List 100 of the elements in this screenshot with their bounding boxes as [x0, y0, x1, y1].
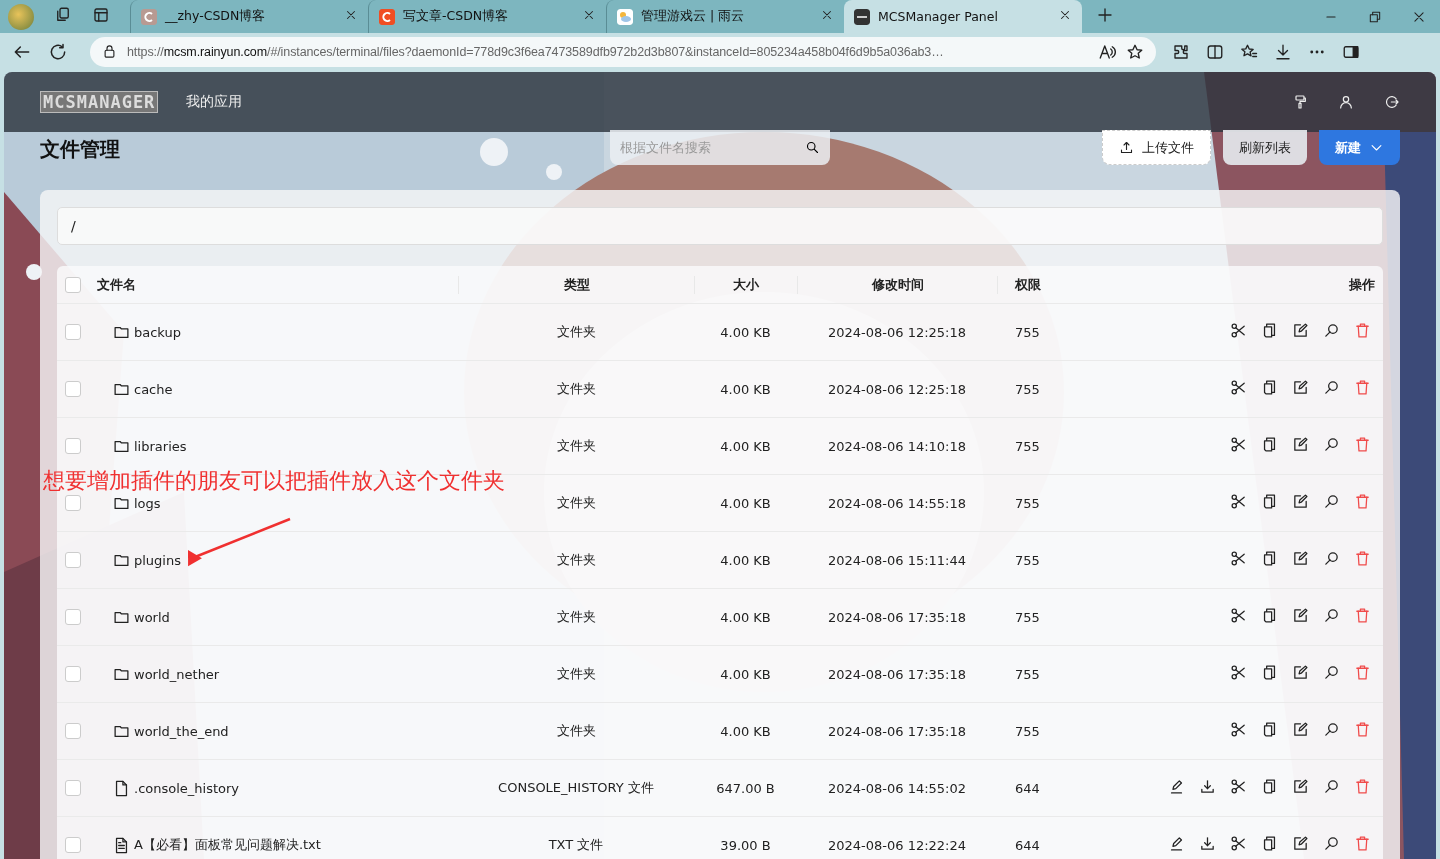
close-icon[interactable] [1412, 9, 1426, 24]
tab-actions-icon[interactable] [92, 5, 110, 24]
checkbox[interactable] [65, 723, 81, 739]
search-field[interactable]: 根据文件名搜索 [610, 130, 830, 165]
copy-icon[interactable] [1261, 607, 1278, 624]
delete-icon[interactable] [1354, 721, 1371, 738]
file-name[interactable]: plugins [134, 552, 181, 568]
scissors-icon[interactable] [1230, 322, 1247, 339]
file-name[interactable]: world_the_end [134, 723, 229, 739]
scissors-icon[interactable] [1230, 664, 1247, 681]
search-icon[interactable] [1323, 721, 1340, 738]
search-icon[interactable] [1323, 322, 1340, 339]
scissors-icon[interactable] [1230, 550, 1247, 567]
copy-icon[interactable] [1261, 550, 1278, 567]
new-button[interactable]: 新建 [1319, 130, 1400, 165]
file-name[interactable]: world [134, 609, 170, 625]
checkbox[interactable] [65, 837, 81, 853]
refresh-icon[interactable] [48, 41, 68, 62]
new-tab-icon[interactable] [1096, 5, 1114, 24]
checkbox[interactable] [65, 609, 81, 625]
delete-icon[interactable] [1354, 664, 1371, 681]
browser-tab[interactable]: 写文章-CSDN博客 [368, 0, 606, 33]
scissors-icon[interactable] [1230, 607, 1247, 624]
scissors-icon[interactable] [1230, 721, 1247, 738]
search-icon[interactable] [1323, 550, 1340, 567]
search-icon[interactable] [1323, 835, 1340, 852]
checkbox[interactable] [65, 381, 81, 397]
copy-icon[interactable] [1261, 436, 1278, 453]
edit-icon[interactable] [1292, 550, 1309, 567]
copy-icon[interactable] [1261, 664, 1278, 681]
checkbox[interactable] [65, 438, 81, 454]
logout-icon[interactable] [1384, 94, 1400, 110]
edit-icon[interactable] [1292, 379, 1309, 396]
scissors-icon[interactable] [1230, 436, 1247, 453]
edit-icon[interactable] [1292, 664, 1309, 681]
edit-icon[interactable] [1292, 322, 1309, 339]
close-icon[interactable] [582, 8, 596, 22]
file-name[interactable]: cache [134, 381, 173, 397]
file-name[interactable]: world_nether [134, 666, 220, 682]
address-bar[interactable]: https://mcsm.rainyun.com/#/instances/terminal/files?daemonId=778d9c3f6ea7473589dfb972b2d3b807&instanceId=805234a458b04f6d9b5a036ab3… [90, 36, 1156, 67]
download-icon[interactable] [1274, 42, 1292, 61]
search-icon[interactable] [1323, 379, 1340, 396]
file-name[interactable]: libraries [134, 438, 187, 454]
delete-icon[interactable] [1354, 835, 1371, 852]
upload-button[interactable]: 上传文件 [1102, 130, 1211, 165]
path-field[interactable]: / [57, 207, 1383, 245]
copy-icon[interactable] [1261, 721, 1278, 738]
edit-icon[interactable] [1292, 721, 1309, 738]
file-name[interactable]: A【必看】面板常见问题解决.txt [134, 836, 321, 854]
scissors-icon[interactable] [1230, 493, 1247, 510]
scissors-icon[interactable] [1230, 379, 1247, 396]
favorite-star-icon[interactable] [1126, 42, 1144, 61]
download-icon[interactable] [1199, 835, 1216, 852]
user-icon[interactable] [1338, 94, 1354, 110]
copy-icon[interactable] [1261, 835, 1278, 852]
download-icon[interactable] [1199, 778, 1216, 795]
copy-icon[interactable] [1261, 778, 1278, 795]
nav-link[interactable]: 我的应用 [186, 93, 243, 111]
pencil-icon[interactable] [1168, 835, 1185, 852]
extensions-icon[interactable] [1172, 42, 1190, 61]
pencil-icon[interactable] [1168, 778, 1185, 795]
browser-tab[interactable]: MCSManager Panel [844, 0, 1082, 33]
workspaces-icon[interactable] [54, 5, 72, 24]
edit-icon[interactable] [1292, 436, 1309, 453]
copy-icon[interactable] [1261, 493, 1278, 510]
close-icon[interactable] [820, 8, 834, 22]
checkbox[interactable] [65, 276, 81, 293]
paint-roller-icon[interactable] [1292, 94, 1308, 110]
checkbox[interactable] [65, 495, 81, 511]
delete-icon[interactable] [1354, 550, 1371, 567]
checkbox[interactable] [65, 780, 81, 796]
file-name[interactable]: .console_history [134, 780, 240, 796]
search-icon[interactable] [1323, 493, 1340, 510]
checkbox[interactable] [65, 666, 81, 682]
edit-icon[interactable] [1292, 607, 1309, 624]
edit-icon[interactable] [1292, 493, 1309, 510]
browser-tab[interactable]: __zhy-CSDN博客 [130, 0, 368, 33]
file-name[interactable]: logs [134, 495, 161, 511]
restore-icon[interactable] [1368, 9, 1382, 24]
read-aloud-icon[interactable] [1098, 42, 1116, 61]
delete-icon[interactable] [1354, 436, 1371, 453]
delete-icon[interactable] [1354, 322, 1371, 339]
split-screen-icon[interactable] [1206, 42, 1224, 61]
scissors-icon[interactable] [1230, 835, 1247, 852]
checkbox[interactable] [65, 324, 81, 340]
search-icon[interactable] [1323, 436, 1340, 453]
close-icon[interactable] [1058, 8, 1072, 22]
edit-icon[interactable] [1292, 778, 1309, 795]
delete-icon[interactable] [1354, 778, 1371, 795]
search-icon[interactable] [1323, 607, 1340, 624]
delete-icon[interactable] [1354, 607, 1371, 624]
file-name[interactable]: backup [134, 324, 181, 340]
search-icon[interactable] [1323, 664, 1340, 681]
close-icon[interactable] [344, 8, 358, 22]
refresh-button[interactable]: 刷新列表 [1223, 130, 1307, 165]
copy-icon[interactable] [1261, 379, 1278, 396]
scissors-icon[interactable] [1230, 778, 1247, 795]
browser-tab[interactable]: 管理游戏云 | 雨云 [606, 0, 844, 33]
delete-icon[interactable] [1354, 379, 1371, 396]
copy-icon[interactable] [1261, 322, 1278, 339]
